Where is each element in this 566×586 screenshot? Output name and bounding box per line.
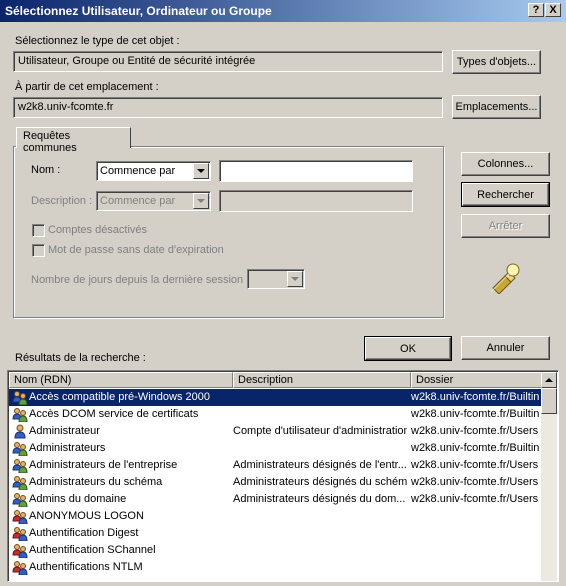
search-flashlight-icon [487,262,523,295]
stop-button[interactable]: Arrêter [461,214,550,238]
help-icon: ? [532,4,540,16]
table-row[interactable]: Accès compatible pré-Windows 2000 w2k8.un… [9,389,543,406]
row-folder: w2k8.univ-fcomte.fr/Users [411,493,539,505]
row-folder: w2k8.univ-fcomte.fr/Builtin [411,408,540,420]
name-mode-value: Commence par [100,165,176,177]
location-label: À partir de cet emplacement : [15,81,159,93]
security-principal-icon [12,543,28,559]
columns-button[interactable]: Colonnes... [461,152,550,176]
group-icon [12,390,28,406]
row-name: Accès DCOM service de certificats [29,408,199,420]
results-list[interactable]: Nom (RDN) Description Dossier Accès comp… [7,370,559,582]
location-field: w2k8.univ-fcomte.fr [13,97,443,118]
table-row[interactable]: Administrateurs w2k8.univ-fcomte.fr/Built… [9,440,543,457]
row-name: Authentification SChannel [29,544,156,556]
row-name: Administrateur [29,425,100,437]
table-row[interactable]: Authentification SChannel [9,542,543,559]
row-description: Administrateurs désignés de l'entr... [233,459,407,471]
help-button[interactable]: ? [528,3,544,17]
description-mode-value: Commence par [100,195,176,207]
table-row[interactable]: Admins du domaine Administrateurs désigné… [9,491,543,508]
table-row[interactable]: Administrateurs du schéma Administrateurs… [9,474,543,491]
row-folder: w2k8.univ-fcomte.fr/Users [411,425,539,437]
close-icon: X [549,4,557,16]
group-icon [12,407,28,423]
column-header-folder[interactable]: Dossier [411,372,543,388]
object-type-field: Utilisateur, Groupe ou Entité de sécurit… [13,51,443,72]
locations-button[interactable]: Emplacements... [452,95,541,119]
row-name: ANONYMOUS LOGON [29,510,144,522]
no-expire-password-checkbox[interactable] [32,244,45,257]
table-row[interactable]: Administrateurs de l'entreprise Administr… [9,457,543,474]
column-header-description[interactable]: Description [233,372,411,388]
name-input[interactable] [219,160,413,182]
row-name: Accès compatible pré-Windows 2000 [29,391,210,403]
group-icon [12,441,28,457]
row-folder: w2k8.univ-fcomte.fr/Builtin [411,442,540,454]
group-icon [12,492,28,508]
row-description: Administrateurs désignés du dom... [233,493,406,505]
cancel-button[interactable]: Annuler [461,336,550,360]
description-label: Description : [31,195,93,207]
chevron-down-icon [193,193,209,209]
group-icon [12,458,28,474]
row-folder: w2k8.univ-fcomte.fr/Users [411,476,539,488]
window-title: Sélectionnez Utilisateur, Ordinateur ou … [5,4,272,18]
disabled-accounts-label: Comptes désactivés [48,224,148,236]
row-name: Administrateurs [29,442,106,454]
days-since-login-select[interactable] [247,269,305,289]
object-types-button[interactable]: Types d'objets... [452,50,541,74]
security-principal-icon [12,509,28,525]
days-since-login-label: Nombre de jours depuis la dernière sessi… [31,274,250,286]
no-expire-password-label: Mot de passe sans date d'expiration [48,244,224,256]
row-name: Authentification Digest [29,527,139,539]
row-name: Administrateurs du schéma [29,476,163,488]
row-description: Compte d'utilisateur d'administration [233,425,407,437]
close-button[interactable]: X [545,3,561,17]
tab-common-queries[interactable]: Requêtes communes [16,127,131,154]
column-header-name[interactable]: Nom (RDN) [9,372,233,388]
name-label: Nom : [31,164,61,176]
disabled-accounts-checkbox[interactable] [32,224,45,237]
row-name: Admins du domaine [29,493,127,505]
scroll-thumb[interactable] [541,388,557,414]
object-type-label: Sélectionnez le type de cet objet : [15,35,180,47]
table-row[interactable]: Authentifications NTLM [9,559,543,576]
search-button[interactable]: Rechercher [461,182,550,207]
row-name: Administrateurs de l'entreprise [29,459,178,471]
title-bar[interactable]: Sélectionnez Utilisateur, Ordinateur ou … [0,0,566,22]
table-row[interactable]: Authentification Digest [9,525,543,542]
row-description: Administrateurs désignés du schéma... [233,476,407,488]
chevron-down-icon [287,271,303,287]
chevron-down-icon [193,163,209,179]
scroll-up-button[interactable] [541,372,557,388]
group-icon [12,475,28,491]
table-row[interactable]: ANONYMOUS LOGON [9,508,543,525]
row-folder: w2k8.univ-fcomte.fr/Users [411,459,539,471]
user-icon [12,424,28,439]
table-row[interactable]: Administrateur Compte d'utilisateur d'adm… [9,423,543,440]
description-mode-select[interactable]: Commence par [96,191,211,211]
security-principal-icon [12,560,28,576]
name-mode-select[interactable]: Commence par [96,161,211,181]
ok-button[interactable]: OK [364,336,452,361]
vertical-scrollbar[interactable] [541,372,557,581]
table-row[interactable]: Accès DCOM service de certificats w2k8.un… [9,406,543,423]
security-principal-icon [12,526,28,542]
row-name: Authentifications NTLM [29,561,143,573]
results-label: Résultats de la recherche : [15,352,146,364]
description-input[interactable] [219,190,413,212]
row-folder: w2k8.univ-fcomte.fr/Builtin [411,391,540,403]
